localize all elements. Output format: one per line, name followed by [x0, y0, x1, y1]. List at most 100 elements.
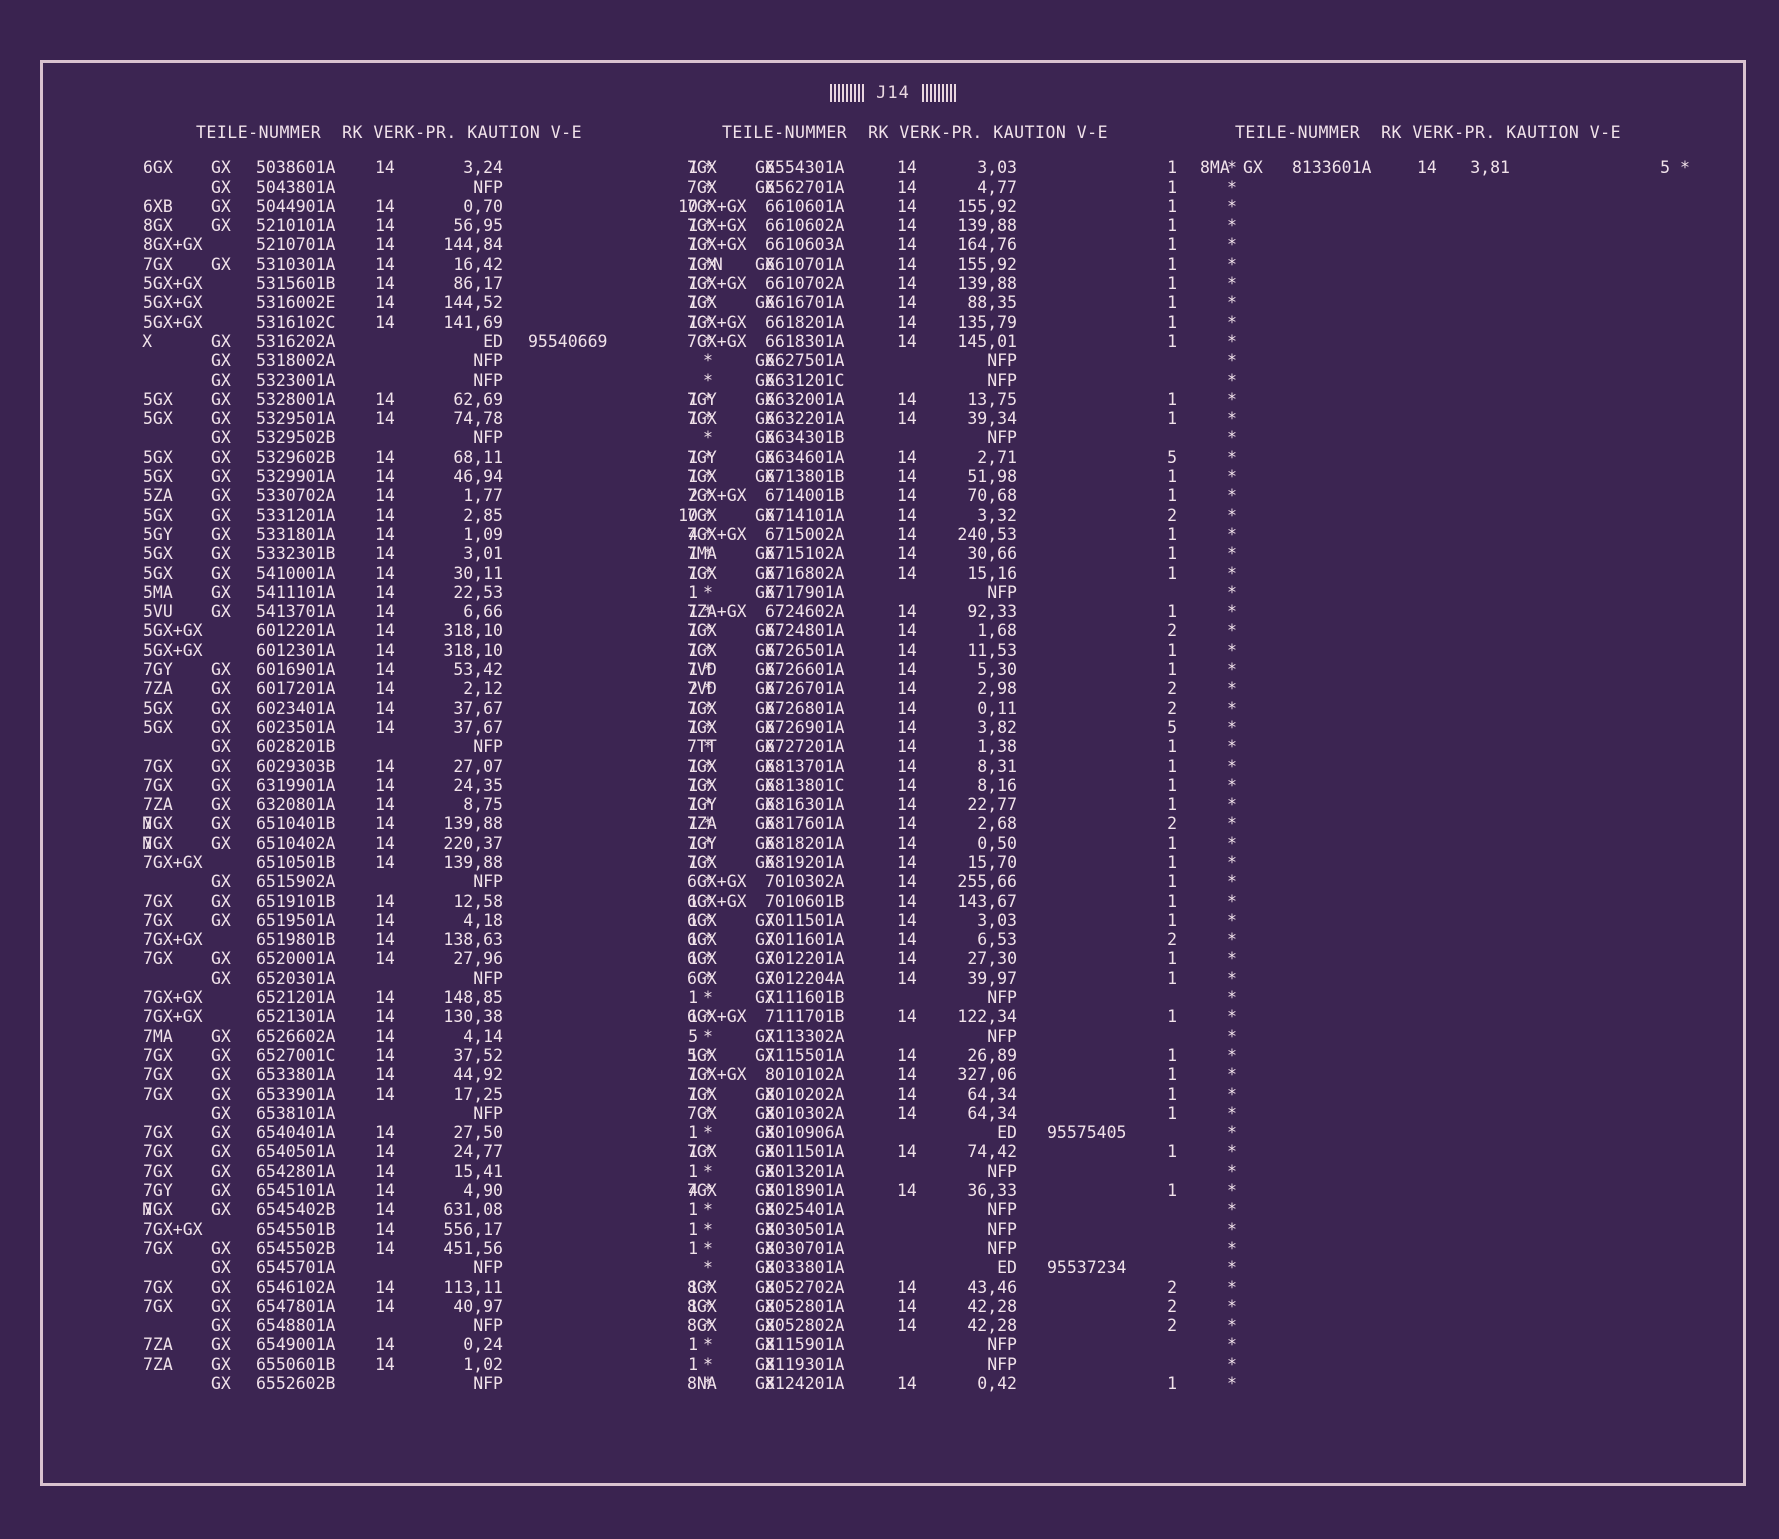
rk-code: 14 — [375, 274, 395, 294]
part-number: 6627501A — [765, 351, 845, 371]
series: GX — [211, 389, 231, 409]
flag: * — [1227, 1161, 1237, 1181]
price: NFP — [473, 1103, 503, 1123]
part-number: 7012204A — [765, 968, 845, 988]
part-number: 6549001A — [256, 1335, 336, 1355]
price: 53,42 — [453, 660, 503, 680]
prefix: 8GX — [687, 1316, 717, 1336]
unit: 1 — [688, 1238, 698, 1258]
flag: * — [1227, 910, 1237, 930]
flag: * — [703, 1161, 713, 1181]
price: 37,67 — [453, 698, 503, 718]
prefix: 7GX — [143, 1084, 173, 1104]
series: GX — [211, 891, 231, 911]
rk-code: 14 — [375, 602, 395, 622]
rk-code: 14 — [897, 467, 917, 487]
unit: 1 — [1167, 1084, 1177, 1104]
rk-code: 14 — [375, 660, 395, 680]
rk-code: 14 — [375, 679, 395, 699]
unit: 1 — [1167, 409, 1177, 429]
series: GX — [211, 1103, 231, 1123]
part-number: 5323001A — [256, 370, 336, 390]
part-number: 6510402A — [256, 833, 336, 853]
part-number: 6545101A — [256, 1181, 336, 1201]
prefix: 5VU — [143, 602, 173, 622]
part-number: 8013201A — [765, 1161, 845, 1181]
part-number: 5410001A — [256, 563, 336, 583]
part-number: 6526602A — [256, 1026, 336, 1046]
rk-code: 14 — [375, 1065, 395, 1085]
part-number: 7010302A — [765, 872, 845, 892]
rk-code: 14 — [375, 1161, 395, 1181]
price: 17,25 — [453, 1084, 503, 1104]
rk-code: 14 — [897, 814, 917, 834]
prefix: 7GX — [687, 621, 717, 641]
prefix: 7GY — [687, 833, 717, 853]
rk-code: 14 — [897, 795, 917, 815]
rk-code: 14 — [897, 660, 917, 680]
price: 24,35 — [453, 775, 503, 795]
unit: 1 — [1167, 756, 1177, 776]
prefix: 7GX — [143, 1277, 173, 1297]
part-number: 5329501A — [256, 409, 336, 429]
flag: * — [1680, 158, 1690, 178]
prefix: 6GX — [687, 930, 717, 950]
unit: 1 — [688, 582, 698, 602]
rk-code: 14 — [375, 1335, 395, 1355]
rk-code: 14 — [375, 1238, 395, 1258]
series: GX — [211, 679, 231, 699]
prefix: 6GX — [687, 949, 717, 969]
series: GX — [211, 1238, 231, 1258]
flag: * — [703, 1354, 713, 1374]
series: GX — [211, 196, 231, 216]
prefix: 5GX — [143, 505, 173, 525]
prefix: 5GX — [143, 389, 173, 409]
rk-code: 14 — [375, 505, 395, 525]
price: 3,32 — [977, 505, 1017, 525]
rk-code: 14 — [375, 196, 395, 216]
rk-code: 14 — [375, 409, 395, 429]
price: 4,77 — [977, 177, 1017, 197]
part-number: 8033801A — [765, 1258, 845, 1278]
part-number: 6817601A — [765, 814, 845, 834]
series: GX — [211, 428, 231, 448]
price: 51,98 — [967, 467, 1017, 487]
series: GX — [211, 505, 231, 525]
flag: * — [1227, 216, 1237, 236]
unit: 1 — [688, 1200, 698, 1220]
rk-code: 14 — [897, 254, 917, 274]
flag: * — [703, 1258, 713, 1278]
prefix: 5MA — [143, 582, 173, 602]
rk-code: 14 — [375, 930, 395, 950]
part-number: 6519501A — [256, 910, 336, 930]
prefix: 7MA — [143, 1026, 173, 1046]
part-number: 6714101A — [765, 505, 845, 525]
part-number: 7010601B — [765, 891, 845, 911]
series: GX — [211, 660, 231, 680]
part-number: 5210101A — [256, 216, 336, 236]
part-number: 5413701A — [256, 602, 336, 622]
price: 3,24 — [463, 158, 503, 178]
part-number: 6545502B — [256, 1238, 336, 1258]
price: 40,97 — [453, 1296, 503, 1316]
prefix: 5GX — [687, 1045, 717, 1065]
flag: * — [1227, 505, 1237, 525]
price: 24,77 — [453, 1142, 503, 1162]
flag: * — [703, 988, 713, 1008]
price: 1,68 — [977, 621, 1017, 641]
price: NFP — [987, 988, 1017, 1008]
rk-code: 14 — [897, 274, 917, 294]
unit: 1 — [1167, 910, 1177, 930]
prefix: 7GX — [143, 1200, 173, 1220]
flag: * — [1227, 640, 1237, 660]
part-number: 5043801A — [256, 177, 336, 197]
rk-code: 14 — [897, 1065, 917, 1085]
rk-code: 14 — [375, 910, 395, 930]
price: 318,10 — [443, 621, 503, 641]
unit: 1 — [1167, 216, 1177, 236]
flag: * — [1227, 1335, 1237, 1355]
series: GX — [211, 1277, 231, 1297]
flag: * — [703, 1026, 713, 1046]
rk-code: 14 — [897, 930, 917, 950]
rk-code: 14 — [897, 717, 917, 737]
